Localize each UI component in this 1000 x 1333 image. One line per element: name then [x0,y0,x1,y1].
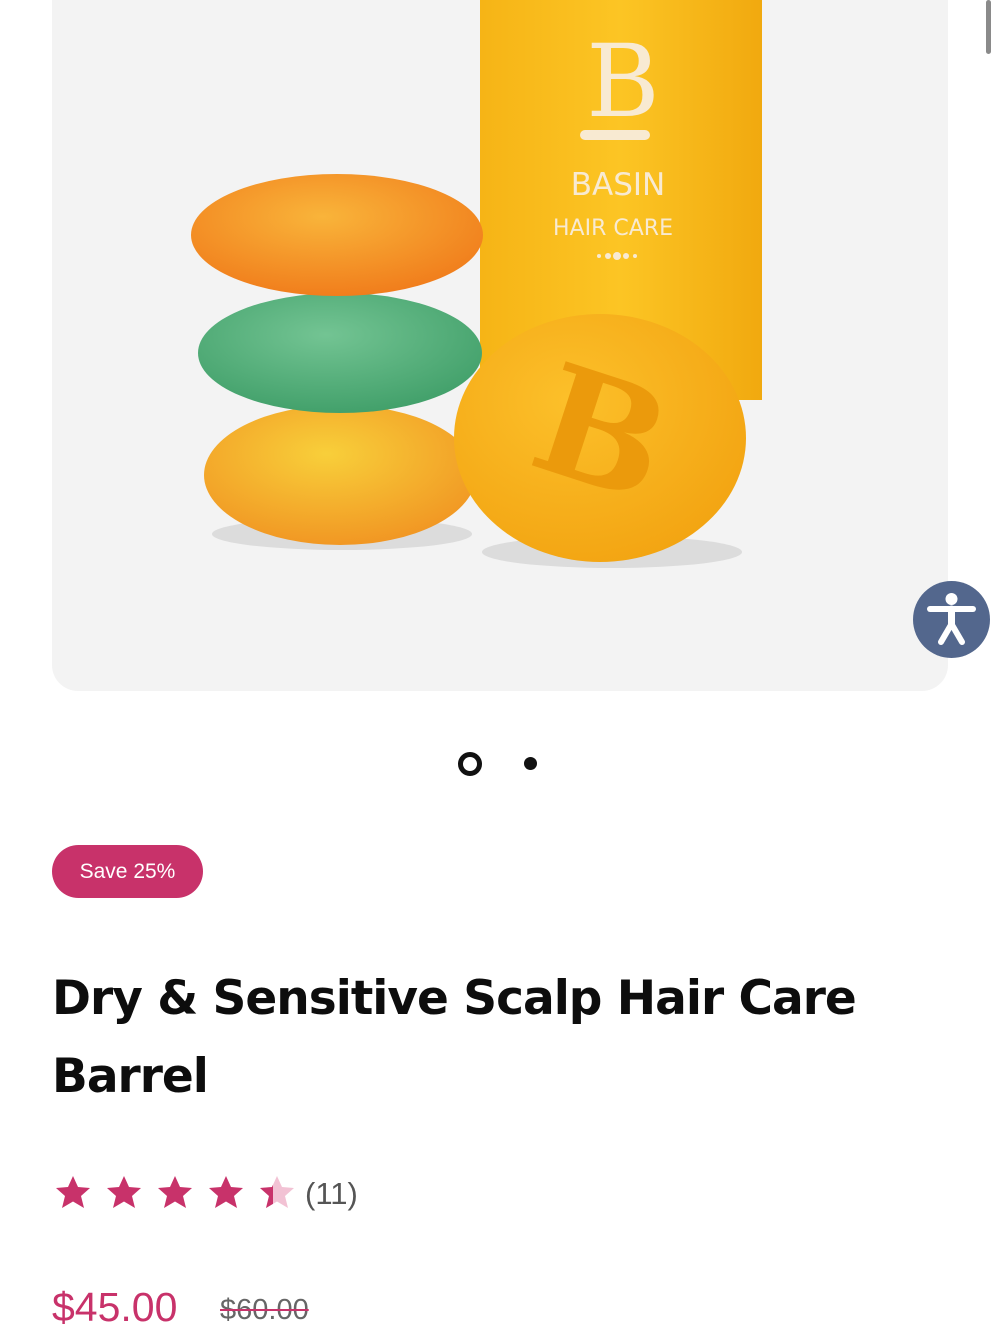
star-icon-1 [56,1176,90,1208]
review-count[interactable]: (11) [305,1176,358,1212]
product-image: B BASIN HAIR CARE B [191,0,762,568]
sale-price: $45.00 [52,1284,178,1330]
star-icon-5 [260,1176,294,1208]
star-icon-4 [209,1176,243,1208]
bottle-logo-letter: B [586,23,660,140]
page-scrollbar[interactable] [986,0,991,54]
product-title: Dry & Sensitive Scalp Hair Care Barrel [52,971,857,1104]
compare-at-price: $60.00 [220,1294,309,1326]
bottle-brand-sub: HAIR CARE [553,216,673,241]
accessibility-person-icon [927,593,976,645]
star-rating[interactable] [52,1172,297,1216]
bottle-brand-name: BASIN [571,167,665,203]
carousel-dot-2[interactable] [524,757,537,770]
product-image-gallery[interactable]: B BASIN HAIR CARE B [52,0,948,691]
star-icon-2 [107,1176,141,1208]
star-icon-3 [158,1176,192,1208]
sale-badge: Save 25% [52,845,203,898]
carousel-dot-1[interactable] [458,752,482,776]
accessibility-button[interactable] [913,581,990,658]
